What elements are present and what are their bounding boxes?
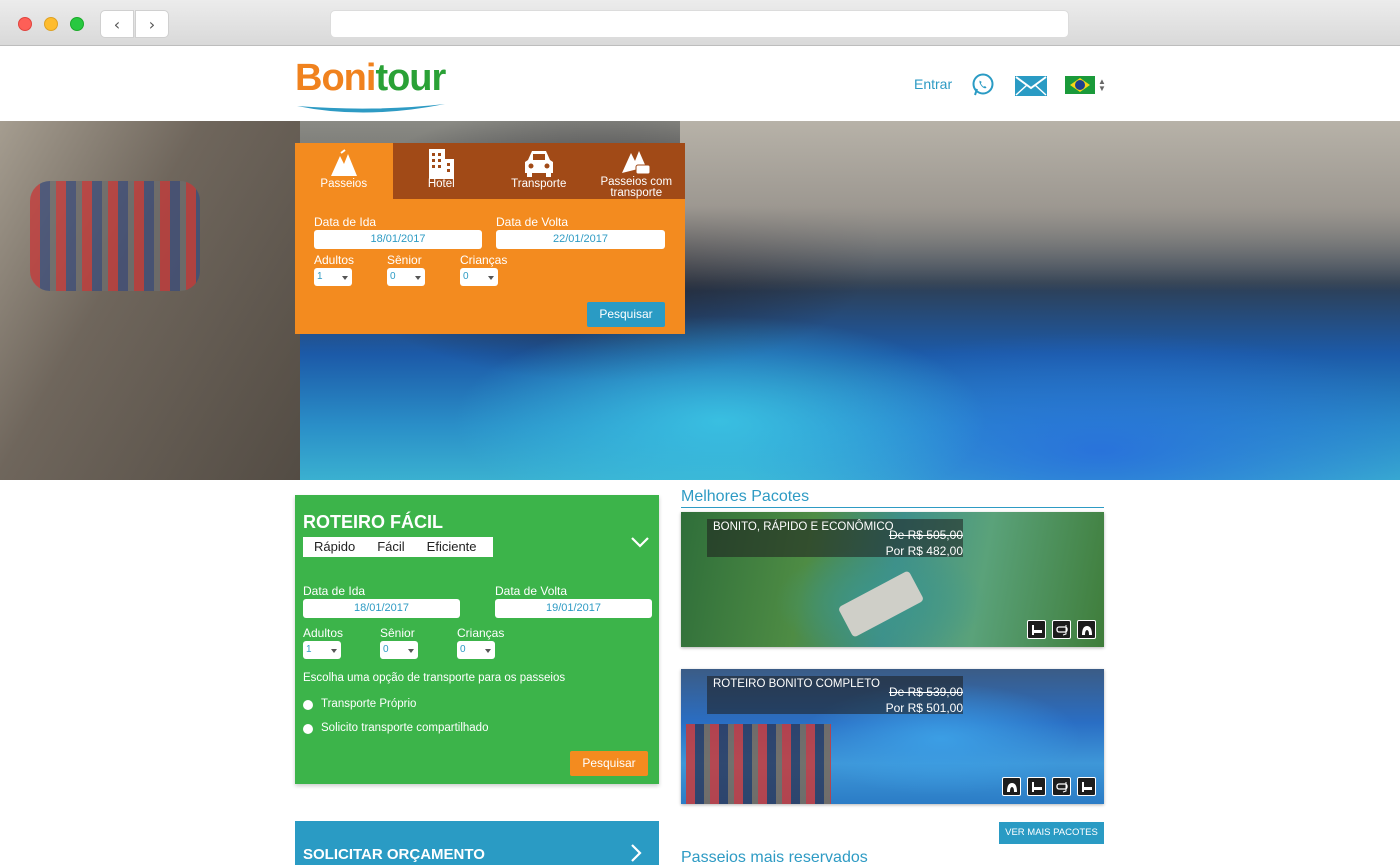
chevron-right-icon: ›	[148, 14, 156, 34]
package-card[interactable]: ROTEIRO BONITO COMPLETO De R$ 539,00 Por…	[681, 669, 1104, 804]
roteiro-children-select[interactable]: 0	[457, 641, 495, 659]
login-link[interactable]: Entrar	[914, 76, 952, 92]
best-packages-title: Melhores Pacotes	[681, 488, 810, 505]
tag-facil: Fácil	[377, 539, 405, 554]
hotel-bed-icon	[1027, 777, 1046, 796]
tab-passeios-transporte-label: Passeios com transporte	[600, 176, 673, 199]
mountain-icon	[329, 147, 359, 179]
chevron-left-icon: ‹	[113, 14, 121, 34]
hotel-bed-icon	[1077, 777, 1096, 796]
children-label: Crianças	[460, 253, 508, 267]
children-select[interactable]: 0	[460, 268, 498, 286]
roteiro-adults-select[interactable]: 1	[303, 641, 341, 659]
see-more-packages-button[interactable]: VER MAIS PACOTES	[999, 822, 1104, 844]
cave-icon	[1077, 620, 1096, 639]
tab-hotel-label: Hotel	[427, 178, 455, 190]
date-in-input[interactable]: 18/01/2017	[314, 230, 482, 249]
radio-own-transport[interactable]	[303, 700, 313, 710]
roteiro-facil-panel: ROTEIRO FÁCIL Rápido Fácil Eficiente Dat…	[295, 495, 659, 784]
snorkel-mask-icon	[1052, 777, 1071, 796]
roteiro-search-button[interactable]: Pesquisar	[570, 751, 648, 776]
browser-toolbar: ‹ ›	[0, 0, 1400, 46]
package-new-price: Por R$ 501,00	[885, 701, 963, 715]
language-flag-icon[interactable]	[1065, 76, 1095, 94]
date-out-label: Data de Volta	[496, 215, 569, 229]
address-bar[interactable]	[330, 10, 1069, 38]
roteiro-senior-select[interactable]: 0	[380, 641, 418, 659]
tag-rapido: Rápido	[314, 539, 356, 554]
senior-label: Sênior	[387, 253, 422, 267]
roteiro-date-out-input[interactable]: 19/01/2017	[495, 599, 652, 618]
tab-passeios-transporte[interactable]: Passeios com transporte	[588, 143, 686, 199]
car-icon	[523, 147, 555, 179]
senior-select[interactable]: 0	[387, 268, 425, 286]
popular-tours-title: Passeios mais reservados	[681, 849, 868, 866]
search-tabs: Passeios Hotel Transporte Passeios com t…	[295, 143, 685, 199]
radio-shared-transport-label[interactable]: Solicito transporte compartilhado	[321, 722, 488, 734]
package-name: ROTEIRO BONITO COMPLETO	[713, 678, 880, 690]
hotel-icon	[426, 147, 456, 179]
section-divider	[681, 507, 1104, 508]
roteiro-children-label: Crianças	[457, 626, 505, 640]
language-caret-icon[interactable]: ▲ ▼	[1098, 78, 1106, 93]
request-quote-label: SOLICITAR ORÇAMENTO	[303, 846, 485, 863]
package-name: BONITO, RÁPIDO E ECONÔMICO	[713, 521, 894, 533]
package-amenities	[1002, 777, 1096, 796]
hotel-bed-icon	[1027, 620, 1046, 639]
roteiro-date-out-label: Data de Volta	[495, 584, 568, 598]
adults-label: Adultos	[314, 253, 355, 267]
tab-transporte[interactable]: Transporte	[490, 143, 588, 199]
mail-icon[interactable]	[1015, 76, 1047, 101]
cave-icon	[1002, 777, 1021, 796]
hero-image	[0, 121, 1400, 480]
roteiro-date-in-input[interactable]: 18/01/2017	[303, 599, 460, 618]
date-in-label: Data de Ida	[314, 215, 377, 229]
logo-text-boni: Boni	[295, 57, 376, 99]
bonitour-logo[interactable]: Bonitour	[295, 58, 450, 116]
date-out-input[interactable]: 22/01/2017	[496, 230, 665, 249]
package-new-price: Por R$ 482,00	[885, 544, 963, 558]
group-photo-image	[686, 724, 831, 804]
logo-wave-icon	[297, 104, 445, 113]
minimize-window-button[interactable]	[44, 17, 58, 31]
logo-text-tour: tour	[375, 57, 446, 99]
request-quote-banner[interactable]: SOLICITAR ORÇAMENTO	[295, 821, 659, 865]
roteiro-senior-label: Sênior	[380, 626, 415, 640]
radio-own-transport-label[interactable]: Transporte Próprio	[321, 698, 416, 710]
site-header: Bonitour Entrar ▲ ▼	[0, 46, 1400, 121]
tag-eficiente: Eficiente	[426, 539, 477, 554]
tab-passeios-label: Passeios	[320, 178, 368, 190]
chevron-down-icon[interactable]	[630, 535, 650, 554]
adults-select[interactable]: 1	[314, 268, 352, 286]
search-widget: Passeios Hotel Transporte Passeios com t…	[295, 143, 685, 334]
boat-image	[837, 570, 925, 638]
mountain-car-icon	[620, 147, 652, 177]
package-card[interactable]: BONITO, RÁPIDO E ECONÔMICO De R$ 505,00 …	[681, 512, 1104, 647]
chevron-right-icon	[629, 843, 643, 868]
close-window-button[interactable]	[18, 17, 32, 31]
tab-hotel[interactable]: Hotel	[393, 143, 491, 199]
package-amenities	[1027, 620, 1096, 639]
roteiro-date-in-label: Data de Ida	[303, 584, 366, 598]
tab-passeios[interactable]: Passeios	[295, 143, 393, 199]
whatsapp-icon[interactable]	[971, 73, 995, 102]
radio-shared-transport[interactable]	[303, 724, 313, 734]
roteiro-tags: Rápido Fácil Eficiente	[303, 537, 493, 557]
forward-button[interactable]: ›	[135, 10, 169, 38]
roteiro-title: ROTEIRO FÁCIL	[303, 512, 443, 532]
transport-prompt: Escolha uma opção de transporte para os …	[303, 672, 566, 684]
package-old-price: De R$ 539,00	[888, 685, 963, 699]
maximize-window-button[interactable]	[70, 17, 84, 31]
back-button[interactable]: ‹	[100, 10, 134, 38]
search-button[interactable]: Pesquisar	[587, 302, 665, 327]
package-old-price: De R$ 505,00	[888, 528, 963, 542]
snorkel-mask-icon	[1052, 620, 1071, 639]
tab-transporte-label: Transporte	[511, 178, 567, 190]
roteiro-adults-label: Adultos	[303, 626, 344, 640]
